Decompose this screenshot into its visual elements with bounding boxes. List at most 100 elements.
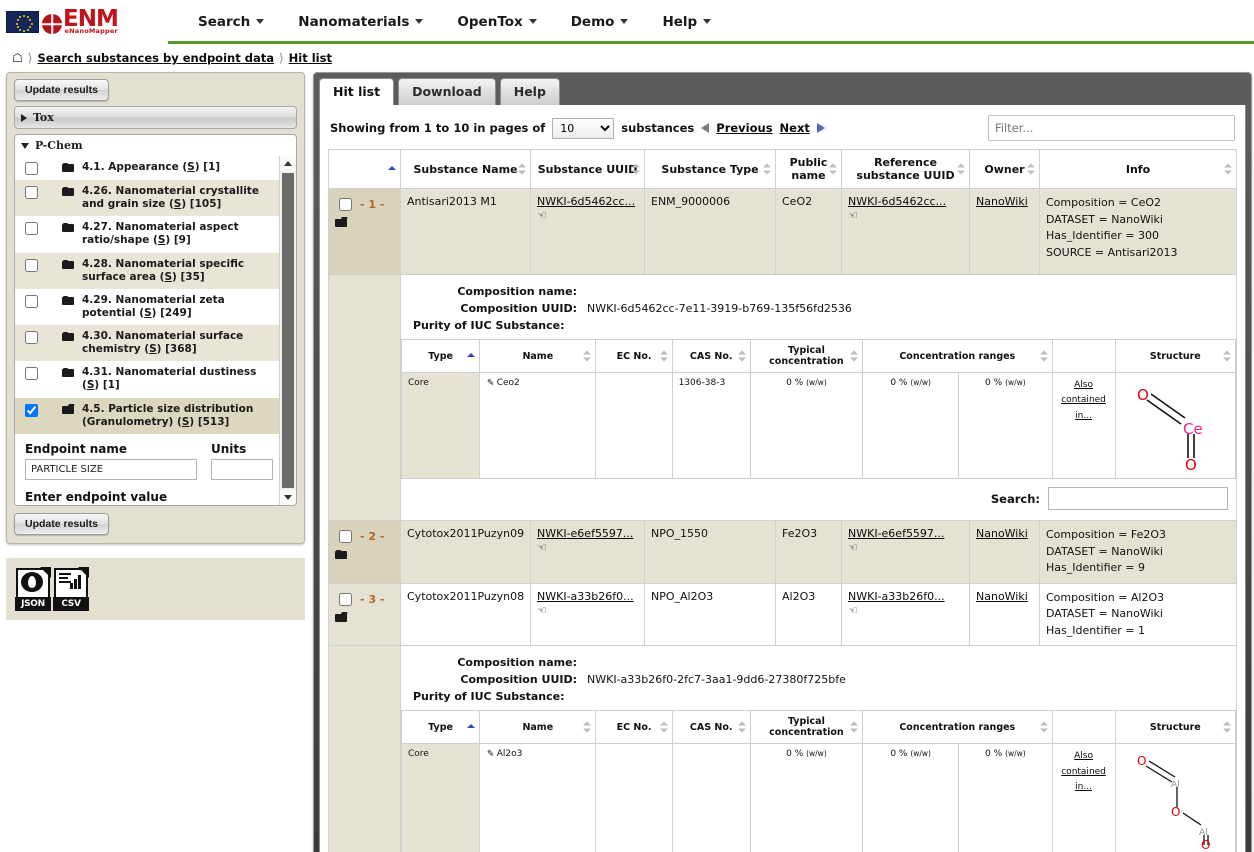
comp-col-typical-concentration[interactable]: Typical concentration	[749, 339, 864, 374]
folder-closed-icon[interactable]	[335, 550, 347, 560]
copy-icon[interactable]: ☜	[537, 542, 547, 553]
breadcrumb-link-hit-list[interactable]: Hit list	[289, 51, 332, 65]
sort-icon[interactable]	[1223, 350, 1231, 362]
update-results-button-bottom[interactable]: Update results	[14, 513, 109, 535]
menu-item-opentox[interactable]: OpenTox	[441, 7, 552, 37]
endpoint-checkbox[interactable]	[25, 403, 38, 417]
row-checkbox[interactable]	[339, 530, 352, 544]
comp-col-name[interactable]: Name	[479, 710, 597, 745]
reference-uuid-link[interactable]: NWKI-e6ef5597...	[848, 527, 963, 540]
endpoint-checkbox[interactable]	[25, 222, 38, 236]
endpoint-name-input[interactable]	[25, 458, 197, 480]
endpoint-item-zeta-potential[interactable]: 4.29. Nanomaterial zeta potential (S) [2…	[15, 289, 279, 325]
tab-help[interactable]: Help	[499, 78, 560, 105]
row-checkbox[interactable]	[339, 198, 352, 211]
copy-icon[interactable]: ☜	[537, 605, 547, 616]
previous-arrow-icon[interactable]	[701, 123, 710, 133]
comp-col-structure[interactable]: Structure	[1114, 710, 1237, 745]
comp-col-ec-no[interactable]: EC No.	[595, 710, 673, 745]
menu-item-search[interactable]: Search	[182, 7, 280, 37]
comp-col-cas-no[interactable]: CAS No.	[671, 339, 751, 374]
endpoint-checkbox[interactable]	[25, 186, 38, 199]
folder-open-icon[interactable]	[335, 218, 347, 227]
comp-col-ec-no[interactable]: EC No.	[595, 339, 673, 374]
owner-link[interactable]: NanoWiki	[976, 527, 1033, 540]
comp-col-typical-concentration[interactable]: Typical concentration	[749, 710, 864, 745]
sort-asc-icon[interactable]	[467, 724, 476, 730]
also-contained-in-link[interactable]: Also contained in...	[1059, 378, 1109, 424]
sort-icon[interactable]	[1027, 163, 1035, 175]
sort-icon[interactable]	[632, 163, 640, 175]
comp-col-concentration-ranges[interactable]: Concentration ranges	[862, 339, 1053, 374]
sort-icon[interactable]	[583, 721, 592, 733]
home-icon[interactable]: ☖	[12, 51, 23, 65]
filter-input[interactable]	[988, 115, 1235, 141]
menu-item-help[interactable]: Help	[646, 7, 727, 37]
reference-uuid-link[interactable]: NWKI-a33b26f0...	[848, 590, 963, 603]
col-substance-name[interactable]: Substance Name	[400, 149, 531, 189]
endpoint-checkbox[interactable]	[25, 258, 38, 272]
col-substance-type[interactable]: Substance Type	[644, 149, 776, 189]
accordion-header-pchem[interactable]: P-Chem	[14, 134, 297, 156]
endpoint-item-aspect-ratio-shape[interactable]: 4.27. Nanomaterial aspect ratio/shape (S…	[15, 216, 279, 252]
table-row[interactable]: - 3 - Cytotox2011Puzyn08 NWKI-a33b26f0..…	[328, 582, 1237, 647]
sort-icon[interactable]	[737, 721, 746, 733]
col-info[interactable]: Info	[1039, 149, 1237, 189]
sort-icon[interactable]	[1039, 350, 1048, 362]
composition-search-input[interactable]	[1048, 487, 1228, 511]
endpoint-checkbox[interactable]	[25, 162, 38, 175]
substance-uuid-link[interactable]: NWKI-e6ef5597...	[537, 527, 638, 540]
endpoint-checkbox[interactable]	[25, 331, 38, 344]
previous-page-link[interactable]: Previous	[716, 121, 772, 135]
sort-icon[interactable]	[763, 163, 771, 175]
row-selector-cell[interactable]: - 3 -	[328, 582, 401, 647]
copy-icon[interactable]: ☜	[537, 210, 547, 221]
also-contained-in-link[interactable]: Also contained in...	[1059, 749, 1109, 795]
sort-icon[interactable]	[850, 721, 859, 733]
sort-icon[interactable]	[957, 163, 965, 175]
comp-col-name[interactable]: Name	[479, 339, 597, 374]
endpoint-list-scrollbar[interactable]	[279, 156, 296, 505]
sort-asc-icon[interactable]	[467, 353, 476, 359]
site-logo[interactable]: ENM eNanoMapper	[0, 2, 160, 42]
next-arrow-icon[interactable]	[816, 123, 825, 133]
scroll-down-button[interactable]	[280, 490, 296, 505]
sort-icon[interactable]	[737, 350, 746, 362]
comp-col-type[interactable]: Type	[400, 710, 481, 745]
sort-icon[interactable]	[659, 350, 668, 362]
update-results-button-top[interactable]: Update results	[14, 79, 109, 101]
substance-uuid-link[interactable]: NWKI-a33b26f0...	[537, 590, 638, 603]
sort-icon[interactable]	[583, 350, 592, 362]
sort-icon[interactable]	[850, 350, 859, 362]
endpoint-item-appearance[interactable]: 4.1. Appearance (S) [1]	[15, 156, 279, 180]
row-selector-cell[interactable]: - 2 -	[328, 520, 401, 584]
endpoint-item-specific-surface-area[interactable]: 4.28. Nanomaterial specific surface area…	[15, 252, 279, 289]
next-page-link[interactable]: Next	[780, 121, 810, 135]
endpoint-checkbox[interactable]	[25, 294, 38, 308]
sort-asc-icon[interactable]	[388, 166, 396, 172]
sort-icon[interactable]	[518, 163, 526, 175]
row-selector-cell[interactable]: - 1 -	[328, 188, 401, 275]
menu-item-nanomaterials[interactable]: Nanomaterials	[282, 7, 439, 37]
comp-col-structure[interactable]: Structure	[1114, 339, 1237, 374]
accordion-header-tox[interactable]: Tox	[14, 106, 297, 129]
folder-open-icon[interactable]	[335, 613, 347, 622]
csv-file-icon[interactable]: CSV	[53, 567, 89, 611]
sort-icon[interactable]	[1223, 721, 1231, 733]
reference-uuid-link[interactable]: NWKI-6d5462cc...	[848, 195, 963, 208]
copy-icon[interactable]: ☜	[848, 605, 858, 616]
comp-col-cas-no[interactable]: CAS No.	[671, 710, 751, 745]
copy-icon[interactable]: ☜	[848, 542, 858, 553]
row-checkbox[interactable]	[339, 592, 352, 606]
units-input[interactable]	[211, 458, 273, 480]
sort-icon[interactable]	[1224, 163, 1232, 175]
tab-download[interactable]: Download	[398, 78, 496, 105]
col-substance-uuid[interactable]: Substance UUID	[530, 149, 645, 189]
breadcrumb-link-search-substances[interactable]: Search substances by endpoint data	[37, 51, 274, 65]
comp-col-concentration-ranges[interactable]: Concentration ranges	[862, 710, 1053, 745]
col-public-name[interactable]: Public name	[775, 149, 842, 189]
endpoint-checkbox[interactable]	[25, 367, 38, 381]
menu-item-demo[interactable]: Demo	[555, 7, 645, 37]
sort-icon[interactable]	[829, 163, 837, 175]
page-size-select[interactable]: 10	[552, 117, 615, 139]
